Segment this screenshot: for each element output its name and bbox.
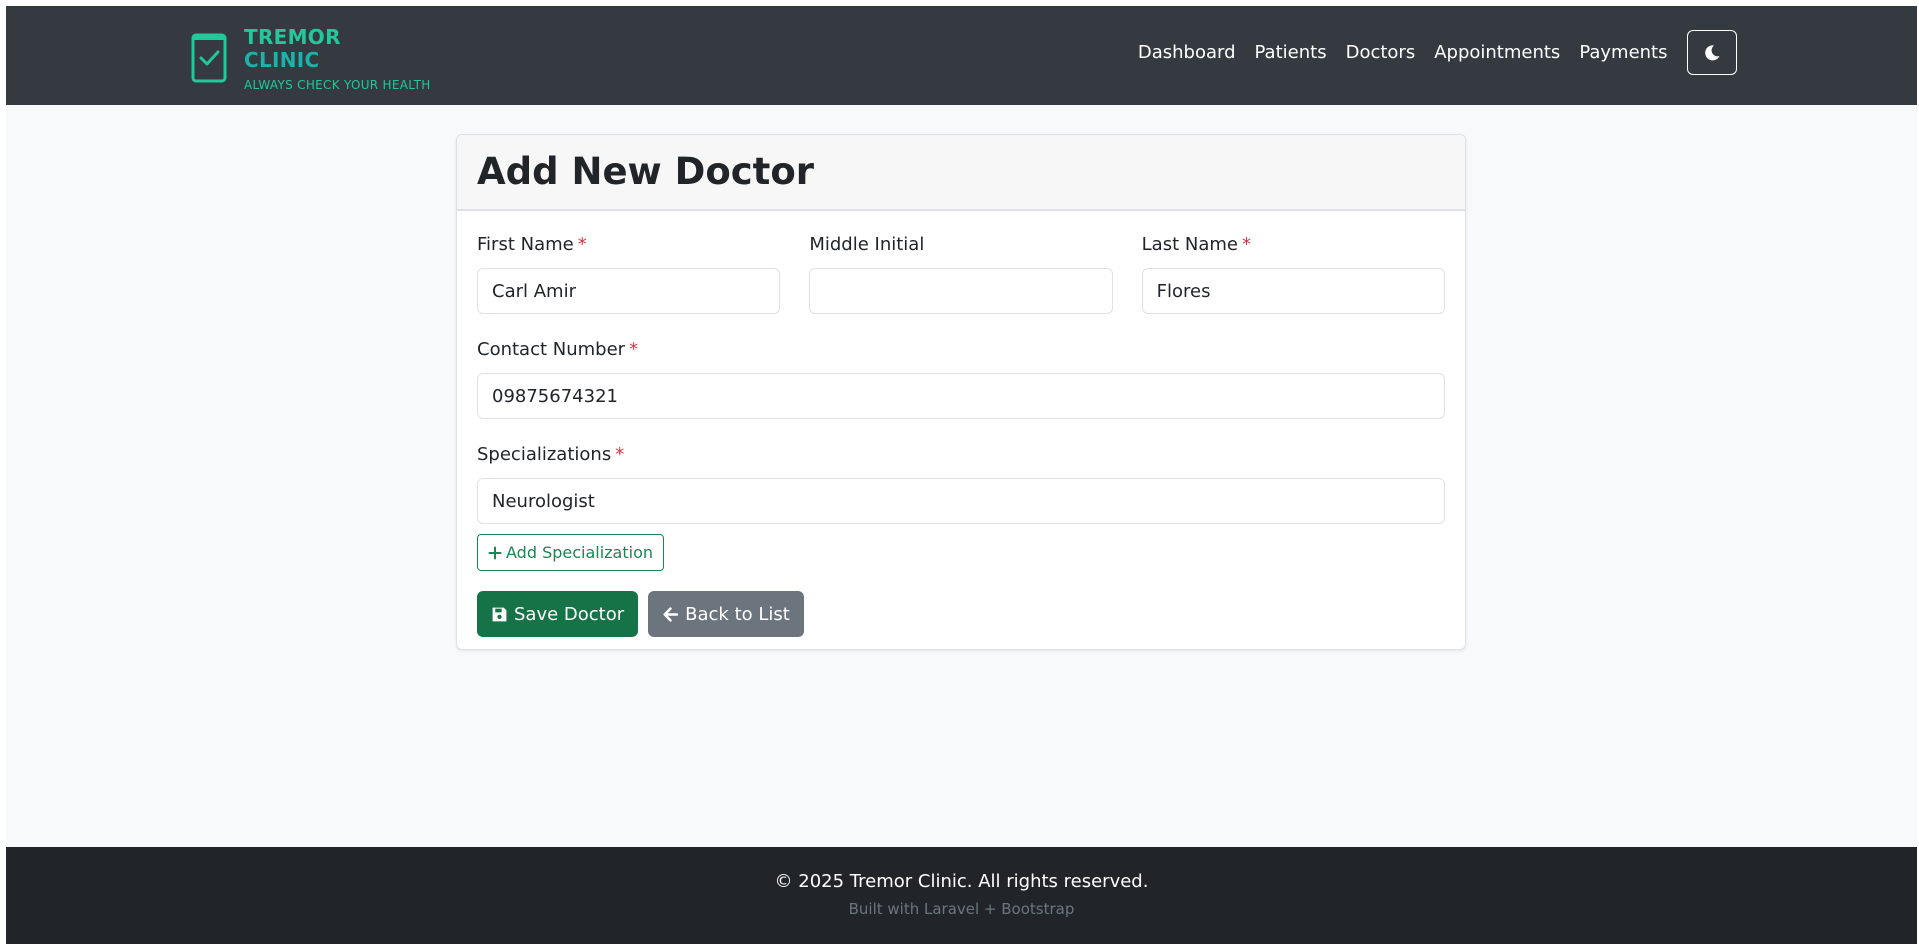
nav-item-dashboard[interactable]: Dashboard: [1128, 31, 1245, 75]
specializations-group: Specializations *: [477, 443, 1445, 524]
brand-name-line1: TREMOR: [244, 25, 341, 49]
last-name-input[interactable]: [1141, 268, 1445, 314]
brand[interactable]: TREMOR CLINIC ALWAYS CHECK YOUR HEALTH: [190, 26, 431, 92]
contact-number-label: Contact Number *: [477, 339, 639, 360]
card-header: Add New Doctor: [457, 135, 1465, 211]
brand-name-line2: CLINIC: [244, 48, 320, 72]
theme-toggle-button[interactable]: [1687, 30, 1737, 75]
brand-tagline: ALWAYS CHECK YOUR HEALTH: [244, 78, 431, 92]
required-marker: *: [615, 444, 625, 465]
clipboard-check-icon: [191, 33, 227, 83]
app-frame: TREMOR CLINIC ALWAYS CHECK YOUR HEALTH D…: [6, 6, 1917, 944]
middle-initial-group: Middle Initial: [809, 233, 1113, 314]
nav-item-payments[interactable]: Payments: [1570, 31, 1677, 75]
save-doctor-label: Save Doctor: [514, 603, 625, 625]
middle-initial-input[interactable]: [809, 268, 1113, 314]
brand-text: TREMOR CLINIC ALWAYS CHECK YOUR HEALTH: [244, 25, 431, 93]
floppy-disk-icon: [492, 607, 507, 621]
add-specialization-label: Add Specialization: [506, 543, 654, 562]
moon-icon: [1705, 44, 1720, 60]
contact-number-group: Contact Number *: [477, 338, 1445, 419]
add-doctor-card: Add New Doctor First Name* Middle Initia…: [456, 134, 1466, 650]
first-name-group: First Name *: [477, 233, 781, 314]
footer-built-with: Built with Laravel + Bootstrap: [848, 900, 1075, 918]
arrow-left-icon: [663, 606, 679, 622]
first-name-input[interactable]: [477, 268, 781, 314]
last-name-label: Last Name *: [1141, 234, 1251, 255]
page-title: Add New Doctor: [477, 150, 815, 193]
add-specialization-button[interactable]: Add Specialization: [477, 534, 665, 571]
form-actions: Save Doctor Back to List: [477, 591, 1445, 637]
nav-item-appointments[interactable]: Appointments: [1425, 31, 1570, 75]
nav-item-doctors[interactable]: Doctors: [1336, 31, 1425, 75]
doctor-form: First Name* Middle Initial Last Name* Co…: [457, 211, 1465, 637]
contact-number-input[interactable]: [477, 373, 1445, 419]
back-to-list-button[interactable]: Back to List: [648, 591, 804, 637]
middle-initial-label: Middle Initial: [809, 234, 925, 255]
required-marker: *: [629, 339, 639, 360]
last-name-group: Last Name *: [1141, 233, 1445, 314]
nav-links: Dashboard Patients Doctors Appointments …: [1128, 30, 1737, 75]
back-to-list-label: Back to List: [685, 603, 790, 625]
save-doctor-button[interactable]: Save Doctor: [477, 591, 639, 637]
specialization-input[interactable]: [477, 478, 1445, 524]
required-marker: *: [1241, 234, 1251, 255]
nav-item-patients[interactable]: Patients: [1245, 31, 1336, 75]
required-marker: *: [577, 234, 587, 255]
plus-icon: [488, 546, 502, 559]
navbar: TREMOR CLINIC ALWAYS CHECK YOUR HEALTH D…: [6, 6, 1917, 105]
footer: © 2025 Tremor Clinic. All rights reserve…: [6, 847, 1917, 944]
main-content: Add New Doctor First Name* Middle Initia…: [6, 105, 1917, 847]
first-name-label: First Name *: [477, 234, 587, 255]
footer-copyright: © 2025 Tremor Clinic. All rights reserve…: [774, 871, 1149, 892]
name-row: First Name* Middle Initial Last Name*: [477, 233, 1445, 314]
specializations-label: Specializations *: [477, 444, 625, 465]
